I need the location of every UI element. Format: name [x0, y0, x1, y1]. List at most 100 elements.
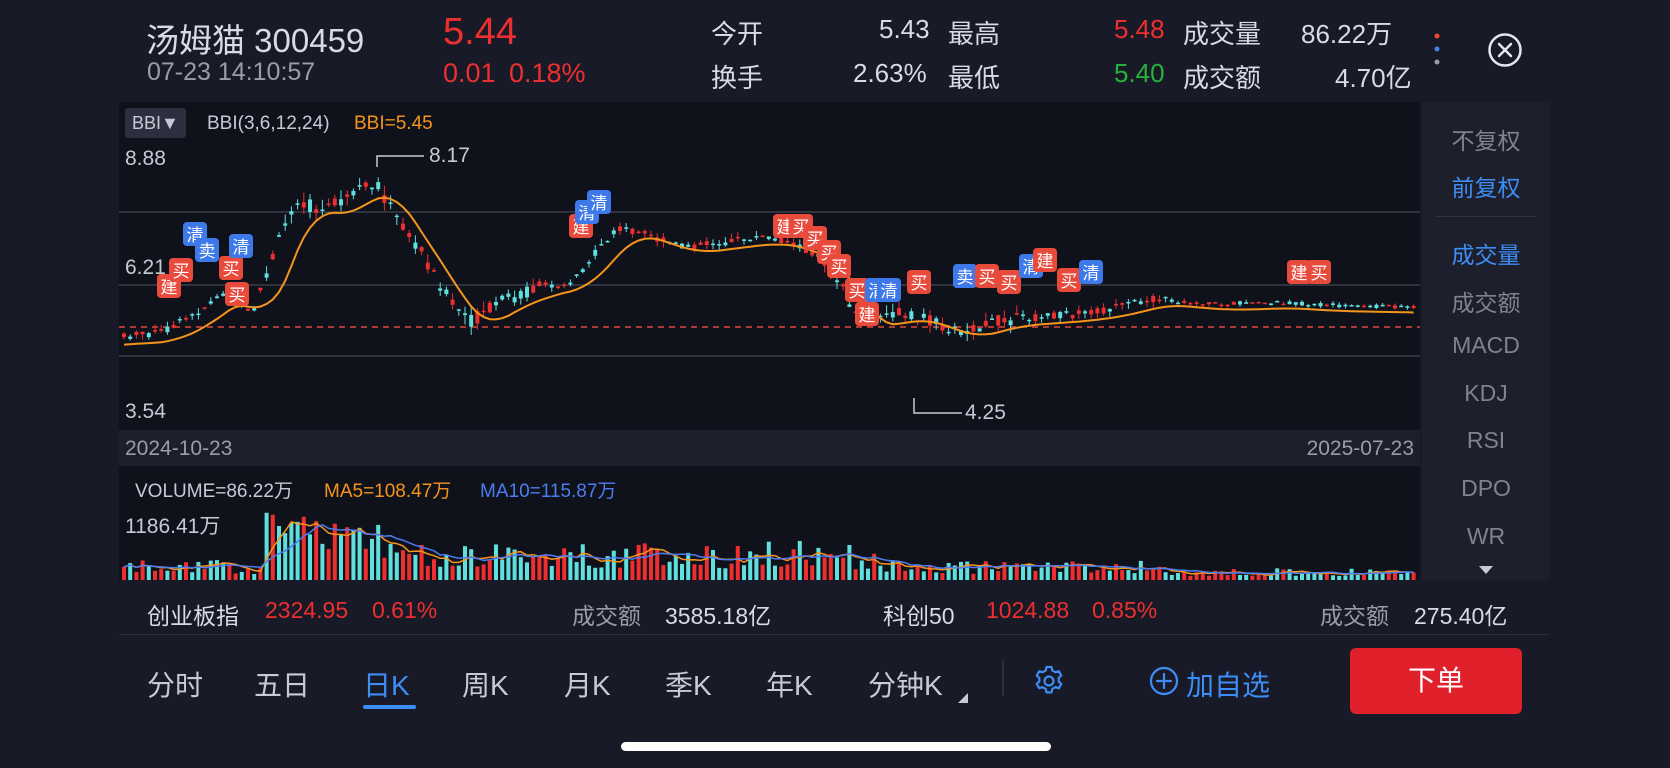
tab-daily-k[interactable]: 日K	[363, 664, 410, 704]
volume-bar	[518, 557, 523, 580]
volume-bar	[866, 568, 870, 580]
volume-bar	[940, 573, 945, 580]
candle-body	[326, 203, 331, 206]
volume-bar	[264, 512, 269, 580]
volume-bar	[1399, 573, 1404, 580]
candle-body	[773, 238, 777, 241]
candle-body	[1393, 305, 1397, 309]
volume-bar	[122, 566, 126, 580]
place-order-button[interactable]: 下单	[1350, 648, 1522, 714]
tab-yearly-k[interactable]: 年K	[766, 664, 813, 704]
candle-body	[246, 308, 250, 311]
volume-bar	[1207, 575, 1211, 580]
candle-body	[897, 308, 901, 316]
tab-intraday[interactable]: 分时	[147, 664, 203, 704]
candle-body	[1318, 303, 1323, 307]
volume-bar	[153, 570, 157, 580]
volume-bar	[1163, 572, 1168, 580]
tab-weekly-k[interactable]: 周K	[462, 664, 509, 704]
volume-bar	[717, 567, 722, 580]
volume-bar	[246, 569, 250, 580]
candle-body	[977, 328, 982, 332]
vertical-dots-icon[interactable]	[1433, 30, 1441, 70]
volume-bar	[283, 533, 288, 580]
volume-bar	[680, 563, 684, 580]
volume-bar	[928, 565, 932, 580]
volume-bar	[1231, 569, 1236, 580]
volume-bar	[506, 547, 511, 580]
volume-value: 86.22万	[1301, 19, 1393, 49]
candle-body	[1064, 311, 1069, 313]
triangle-down-icon[interactable]	[1478, 562, 1494, 580]
volume-bar	[376, 524, 381, 580]
candle-body	[1126, 301, 1131, 304]
candle-body	[611, 230, 616, 235]
candle-body	[1411, 306, 1416, 308]
candle-body	[159, 329, 164, 331]
tab-monthly-k[interactable]: 月K	[564, 664, 611, 704]
svg-text:清: 清	[591, 194, 608, 214]
gear-icon[interactable]	[1032, 664, 1066, 703]
volume-bar	[512, 549, 517, 580]
candle-body	[512, 297, 517, 303]
kline-chart[interactable]: 建买清卖买买清建清清建买买买买买建清清买卖买买清建买清建买 BBI▼ BBI(3…	[119, 102, 1420, 430]
volume-bar	[847, 545, 852, 580]
tab-active-underline	[363, 705, 416, 709]
candle-body	[1306, 305, 1311, 307]
volume-bar	[363, 548, 368, 580]
volume-bar	[494, 544, 498, 580]
side-item-kdj[interactable]: KDJ	[1422, 380, 1550, 407]
volume-bar	[1362, 574, 1366, 580]
candle-body	[1107, 308, 1112, 312]
volume-bar	[1250, 575, 1255, 580]
tab-five-day[interactable]: 五日	[254, 664, 310, 704]
side-item-macd[interactable]: MACD	[1422, 332, 1550, 359]
side-item-dpo[interactable]: DPO	[1422, 475, 1550, 502]
tab-quarterly-k[interactable]: 季K	[665, 664, 712, 704]
corner-triangle-icon	[958, 690, 968, 708]
indicator-select[interactable]: BBI▼	[125, 108, 186, 138]
candle-body	[1343, 304, 1348, 307]
candle-body	[1250, 302, 1255, 304]
candle-body	[1132, 299, 1137, 302]
side-item-amount[interactable]: 成交额	[1422, 284, 1550, 318]
volume-bar	[735, 545, 740, 580]
volume-bar	[171, 570, 176, 580]
candle-body	[1021, 314, 1025, 316]
volume-bar	[1238, 574, 1242, 580]
volume-bar	[394, 552, 399, 580]
indicator-value: BBI=5.45	[354, 113, 433, 134]
add-circle-icon[interactable]	[1149, 666, 1179, 701]
side-item-wr[interactable]: WR	[1422, 523, 1550, 550]
side-item-no-adjust[interactable]: 不复权	[1422, 122, 1550, 156]
volume-bar	[531, 556, 536, 580]
volume-bar	[822, 557, 827, 580]
candle-body	[444, 289, 449, 295]
candle-body	[1374, 304, 1379, 309]
candle-body	[556, 286, 560, 289]
tab-minute-k[interactable]: 分钟K	[868, 664, 943, 704]
volume-bar	[1411, 572, 1416, 580]
side-item-rsi[interactable]: RSI	[1422, 427, 1550, 454]
candle-body	[1076, 310, 1081, 314]
volume-bar	[184, 562, 188, 580]
volume-bar	[996, 571, 1001, 580]
chinext-value: 2324.95	[265, 597, 349, 623]
close-circle-icon[interactable]	[1487, 32, 1523, 68]
candle-body	[128, 336, 133, 339]
side-item-volume[interactable]: 成交量	[1422, 236, 1550, 270]
volume-bar	[481, 564, 486, 580]
max-price-label: 8.17	[429, 144, 470, 167]
add-watchlist-button[interactable]: 加自选	[1186, 664, 1270, 704]
volume-bar	[897, 561, 901, 580]
quote-datetime: 07-23 14:10:57	[147, 58, 316, 86]
volume-bar	[463, 546, 467, 580]
svg-text:建: 建	[1291, 264, 1308, 284]
volume-bar	[1405, 571, 1410, 580]
candle-body	[1355, 305, 1360, 307]
volume-bar	[159, 569, 164, 580]
trade-signal-badge: 买	[1307, 260, 1331, 284]
volume-chart[interactable]: VOLUME=86.22万 MA5=108.47万 MA10=115.87万 1…	[119, 466, 1420, 580]
side-item-forward-adjust[interactable]: 前复权	[1422, 169, 1550, 203]
candle-body	[649, 234, 653, 237]
